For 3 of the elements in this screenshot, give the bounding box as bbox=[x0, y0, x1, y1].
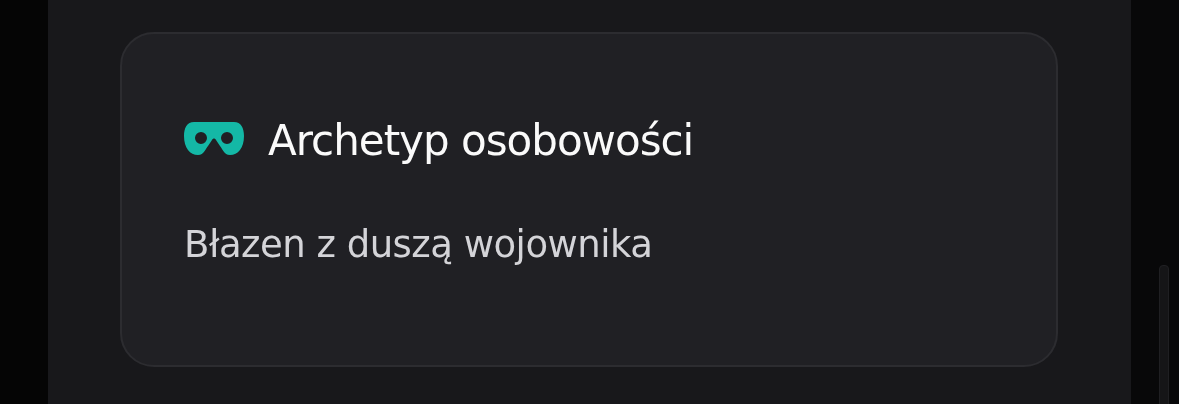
scrollbar[interactable] bbox=[1159, 265, 1169, 404]
card-title: Archetyp osobowości bbox=[268, 116, 694, 165]
archetype-text: Błazen z duszą wojownika bbox=[184, 223, 654, 266]
